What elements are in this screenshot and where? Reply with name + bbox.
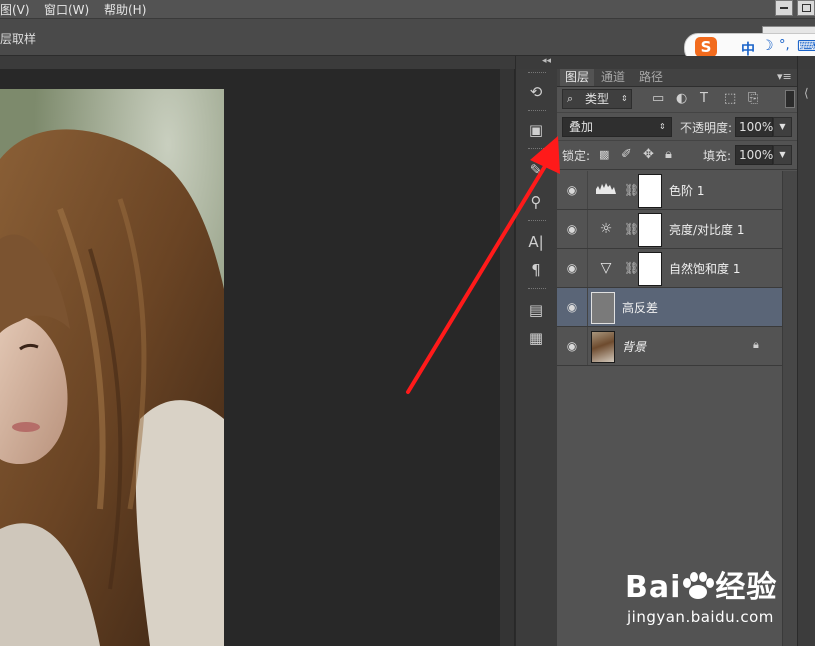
sogou-logo-icon[interactable]: S xyxy=(695,37,717,57)
portrait-image xyxy=(0,89,224,646)
link-icon[interactable]: ⛓︎ xyxy=(624,182,639,198)
filter-type-icon[interactable]: T xyxy=(700,92,708,106)
filter-shape-icon[interactable]: ⬚ xyxy=(724,92,736,106)
link-icon[interactable]: ⛓︎ xyxy=(624,221,639,237)
fill-value: 100% xyxy=(739,148,774,162)
panel-column-header: ◂◂ xyxy=(516,56,558,69)
filter-toggle-switch[interactable] xyxy=(785,90,795,108)
layer-name[interactable]: 背景 xyxy=(622,338,646,355)
divider xyxy=(587,249,588,287)
opacity-dropdown-button[interactable]: ▼ xyxy=(773,117,792,137)
updown-arrow-icon: ⇕ xyxy=(621,94,628,103)
layer-name[interactable]: 自然饱和度 1 xyxy=(669,260,740,277)
layer-filter-select[interactable]: ⌕ 类型 ⇕ xyxy=(562,89,632,109)
opacity-input[interactable]: 100% xyxy=(735,117,773,137)
ime-punctuation-icon[interactable]: °, xyxy=(779,38,790,53)
filter-adjustment-icon[interactable]: ◐ xyxy=(676,92,687,106)
divider xyxy=(587,171,588,209)
lock-image-pixels-icon[interactable]: ✐ xyxy=(621,148,632,162)
link-icon[interactable]: ⛓︎ xyxy=(624,260,639,276)
sample-layer-label[interactable]: 层取样 xyxy=(0,30,36,47)
chevron-down-icon: ▼ xyxy=(779,150,786,159)
menu-help[interactable]: 帮助(H) xyxy=(104,1,146,18)
lock-transparent-pixels-icon[interactable]: ▩ xyxy=(599,148,609,162)
chevron-down-icon: ▼ xyxy=(779,122,786,131)
fill-input[interactable]: 100% xyxy=(735,145,773,165)
layer-mask-thumbnail[interactable] xyxy=(638,174,662,208)
layers-panel-tabs: 图层 通道 路径 ▾≡ xyxy=(557,69,797,87)
panel-icon[interactable]: ⟨ xyxy=(804,86,809,100)
brightness-icon: ☼ xyxy=(599,221,613,237)
panel-menu-icon[interactable]: ▾≡ xyxy=(777,70,792,83)
layer-thumbnail[interactable] xyxy=(591,292,615,324)
grip-icon[interactable] xyxy=(528,110,546,113)
ime-keyboard-icon[interactable]: ⌨ xyxy=(797,37,815,55)
filter-pixel-icon[interactable]: ▭ xyxy=(652,92,664,106)
panel-header xyxy=(798,56,815,69)
grip-icon[interactable] xyxy=(528,72,546,75)
menu-view[interactable]: 图(V) xyxy=(0,1,30,18)
watermark-brand-text: Bai xyxy=(625,570,682,605)
layer-thumbnail[interactable] xyxy=(591,331,615,363)
history-icon[interactable]: ⟲ xyxy=(526,82,546,102)
layer-name[interactable]: 亮度/对比度 1 xyxy=(669,221,745,238)
opacity-label: 不透明度: xyxy=(680,121,733,135)
ime-halfwidth-icon[interactable]: ☽ xyxy=(761,38,774,54)
blend-mode-select[interactable]: 叠加 ⇕ xyxy=(562,117,672,137)
lock-position-icon[interactable]: ✥ xyxy=(643,148,654,162)
lock-icon: 🔒︎ xyxy=(753,338,759,351)
minimize-button[interactable] xyxy=(775,0,793,16)
layer-row-brightness-contrast[interactable]: ◉ ☼ ⛓︎ 亮度/对比度 1 xyxy=(557,210,782,249)
levels-icon xyxy=(595,181,617,199)
baidu-jingyan-watermark: Bai 经验 jingyan.baidu.com xyxy=(625,556,800,632)
search-icon: ⌕ xyxy=(567,92,574,105)
lock-all-icon[interactable]: 🔒︎ xyxy=(665,148,672,162)
opacity-value: 100% xyxy=(739,120,774,134)
divider xyxy=(587,210,588,248)
divider xyxy=(587,288,588,326)
tab-paths[interactable]: 路径 xyxy=(634,69,668,86)
layer-row-vibrance[interactable]: ◉ ▽ ⛓︎ 自然饱和度 1 xyxy=(557,249,782,288)
updown-arrow-icon: ⇕ xyxy=(659,122,666,131)
layer-row-high-pass[interactable]: ◉ 高反差 xyxy=(557,288,782,327)
watermark-url: jingyan.baidu.com xyxy=(627,608,774,626)
collapse-arrows-icon[interactable]: ◂◂ xyxy=(542,56,551,66)
divider xyxy=(557,140,797,141)
fill-dropdown-button[interactable]: ▼ xyxy=(773,145,792,165)
fill-label: 填充: xyxy=(703,149,732,163)
canvas-photo[interactable] xyxy=(0,89,224,646)
divider xyxy=(587,327,588,365)
divider xyxy=(557,112,797,113)
menu-window[interactable]: 窗口(W) xyxy=(44,1,89,18)
vibrance-icon: ▽ xyxy=(600,260,612,276)
layer-mask-thumbnail[interactable] xyxy=(638,213,662,247)
minimize-icon xyxy=(780,7,788,9)
menu-bar: 图(V) 窗口(W) 帮助(H) xyxy=(0,0,815,19)
panel-header xyxy=(557,56,797,69)
layer-mask-thumbnail[interactable] xyxy=(638,252,662,286)
watermark-brand: Bai 经验 xyxy=(625,562,777,606)
restore-icon xyxy=(802,4,811,12)
layer-row-levels[interactable]: ◉ ⛓︎ 色阶 1 xyxy=(557,171,782,210)
tab-layers[interactable]: 图层 xyxy=(560,69,595,86)
layer-name[interactable]: 高反差 xyxy=(622,299,658,316)
watermark-brand-tail: 经验 xyxy=(715,570,778,605)
layer-name[interactable]: 色阶 1 xyxy=(669,182,704,199)
tab-channels[interactable]: 通道 xyxy=(596,69,630,86)
filter-smart-object-icon[interactable]: ⎘ xyxy=(748,92,758,106)
restore-button[interactable] xyxy=(797,0,815,16)
layer-row-background[interactable]: ◉ 背景 🔒︎ xyxy=(557,327,782,366)
document-tab-strip xyxy=(0,56,515,69)
layer-filter-label: 类型 xyxy=(585,92,610,106)
paw-icon xyxy=(681,571,715,599)
divider xyxy=(557,169,797,170)
annotation-arrow xyxy=(406,136,560,394)
